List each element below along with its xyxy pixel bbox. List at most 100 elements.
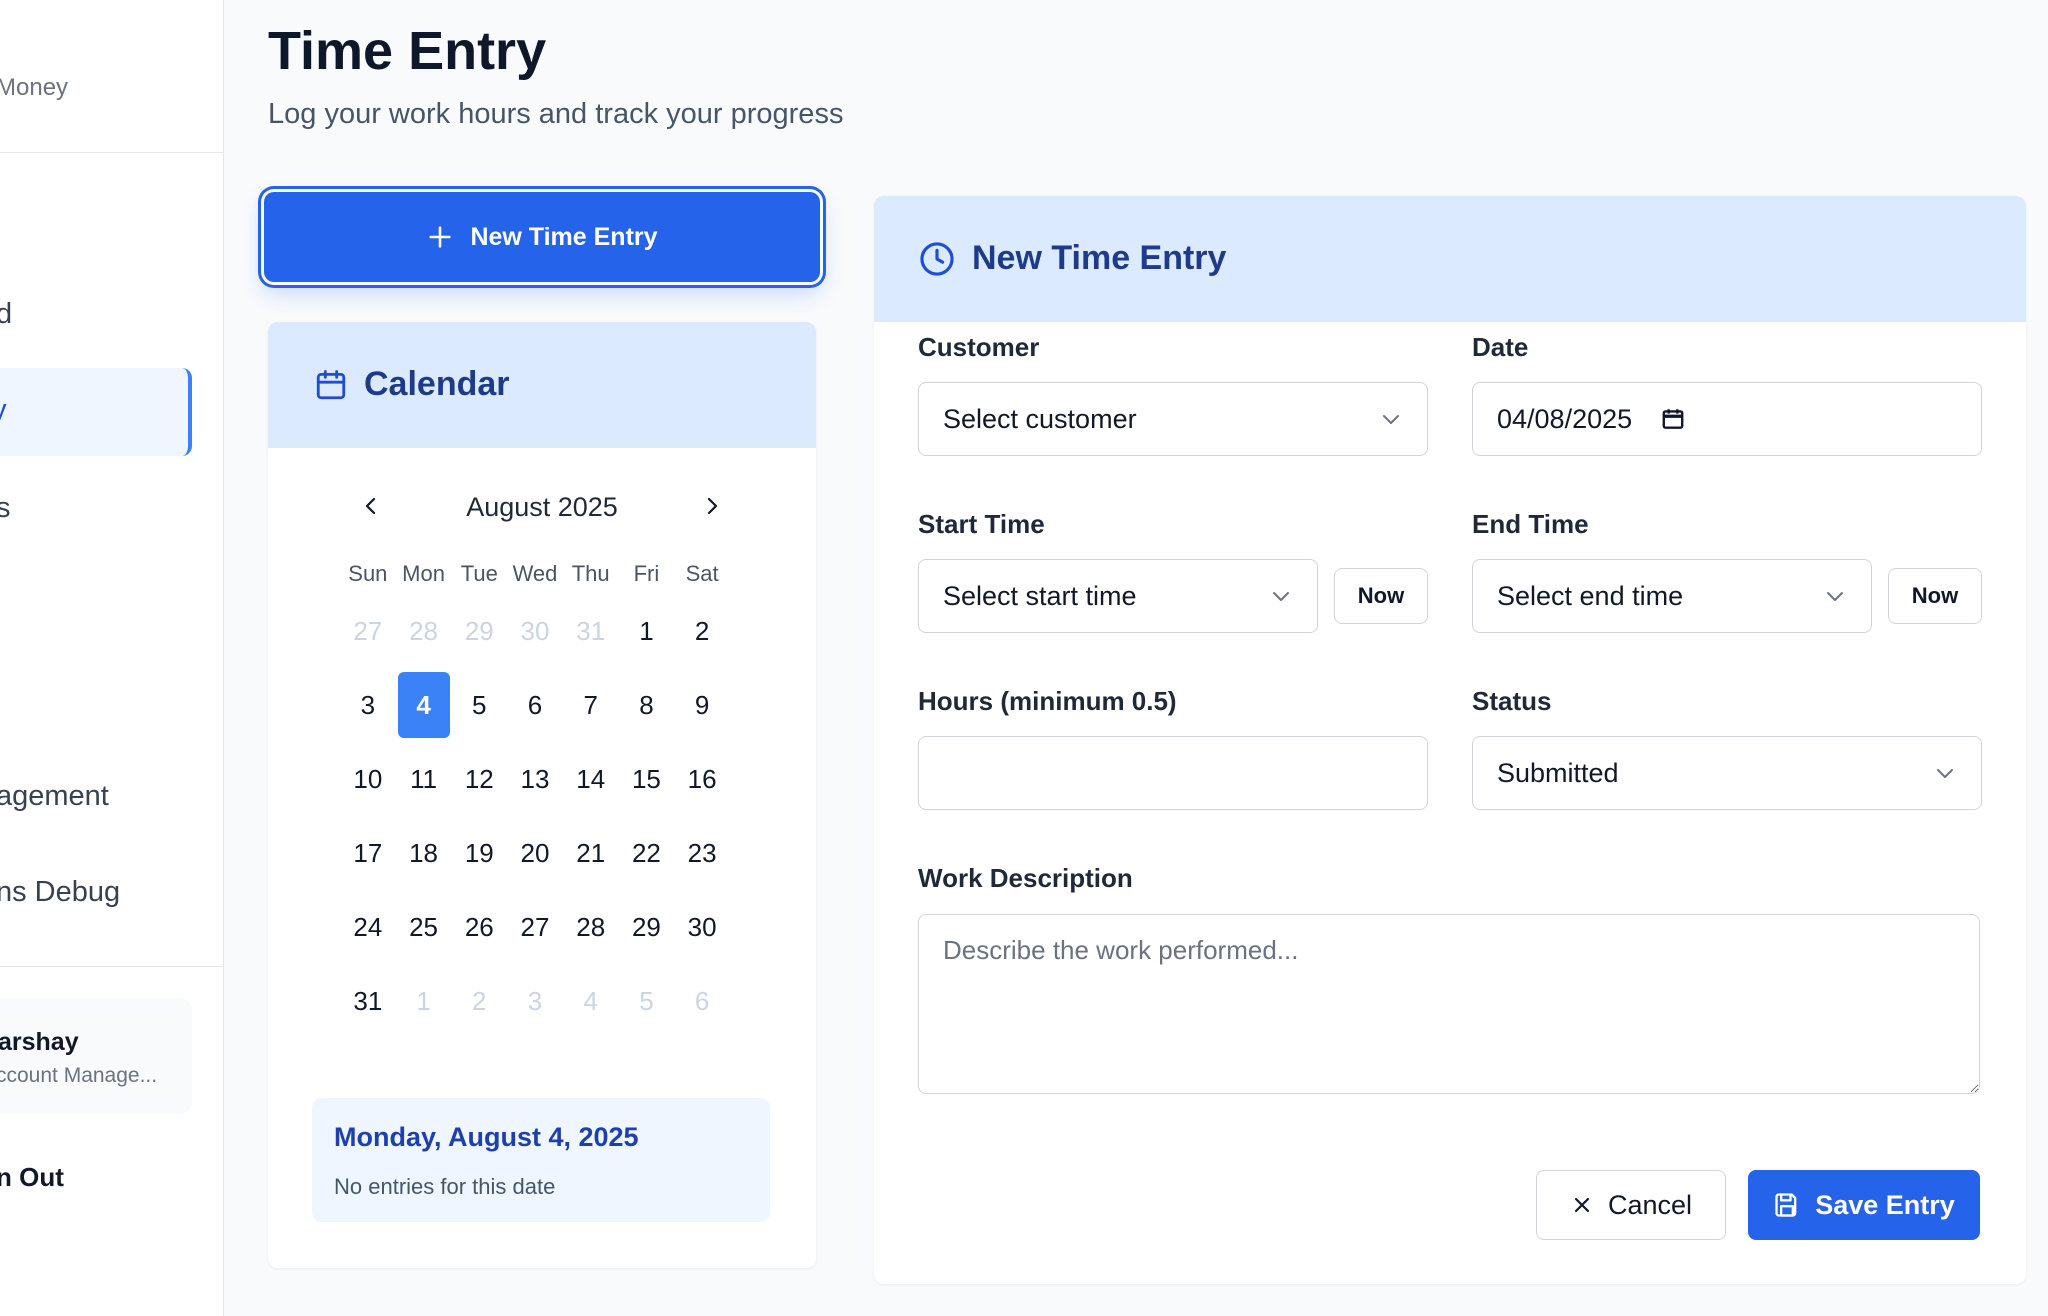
sidebar-user-card[interactable]: arshay ccount Manage... [0,998,192,1114]
calendar-day[interactable]: 11 [396,742,452,816]
customer-label: Customer [918,332,1040,362]
save-entry-button[interactable]: Save Entry [1748,1170,1980,1240]
calendar-day-number: 6 [527,689,543,720]
calendar-day[interactable]: 31 [340,964,396,1038]
calendar-day[interactable]: 28 [396,594,452,668]
plus-icon [429,226,452,248]
start-time-value: Select start time [943,580,1137,611]
calendar-day[interactable]: 23 [674,816,730,890]
calendar-day-number: 28 [576,911,606,942]
work-description-textarea[interactable] [918,914,1980,1094]
sidebar-item-reports[interactable]: s [0,492,11,525]
calendar-day[interactable]: 6 [674,964,730,1038]
cancel-label: Cancel [1607,1189,1693,1220]
calendar-day[interactable]: 14 [563,742,619,816]
sidebar-item-management[interactable]: agement [0,780,109,813]
calendar-day[interactable]: 17 [340,816,396,890]
calendar-day[interactable]: 8 [619,668,675,742]
calendar-day-number: 5 [639,985,654,1016]
calendar-day[interactable]: 28 [563,890,619,964]
end-time-select[interactable]: Select end time [1472,559,1872,633]
calendar-day-number: 28 [409,615,439,646]
end-time-now-button[interactable]: Now [1888,568,1982,624]
start-time-select[interactable]: Select start time [918,559,1318,633]
user-name: arshay [0,1028,79,1056]
calendar-day[interactable]: 21 [563,816,619,890]
chevron-right-icon [707,497,718,515]
calendar-day[interactable]: 29 [619,890,675,964]
app-root: Money d y s agement ns Debug arshay ccou… [0,0,2048,1316]
calendar-day-number: 18 [409,837,439,868]
calendar-day[interactable]: 19 [451,816,507,890]
calendar-grid: Sun Mon Tue Wed Thu Fri Sat 27 28 29 30 31 1 2 3 4 5 6 7 8… [340,554,730,1038]
calendar-day-selected[interactable]: 4 [396,668,452,742]
calendar-day[interactable]: 9 [674,668,730,742]
calendar-weeks: 27 28 29 30 31 1 2 3 4 5 6 7 8 9 10 11 12 13 14 15 16 17 18 19 2… [340,594,730,1038]
calendar-week-row: 24 25 26 27 28 29 30 [340,890,730,964]
calendar-day[interactable]: 26 [451,890,507,964]
calendar-day[interactable]: 13 [507,742,563,816]
form-title: New Time Entry [972,239,1227,277]
calendar-day-number: 3 [360,689,376,720]
sidebar-divider [0,152,223,153]
hours-label: Hours (minimum 0.5) [918,686,1177,716]
calendar-day-number: 30 [687,911,717,942]
calendar-day[interactable]: 12 [451,742,507,816]
calendar-day[interactable]: 10 [340,742,396,816]
calendar-day[interactable]: 20 [507,816,563,890]
calendar-day-number: 9 [694,689,710,720]
cancel-button[interactable]: Cancel [1536,1170,1726,1240]
start-time-now-button[interactable]: Now [1334,568,1428,624]
calendar-day[interactable]: 2 [674,594,730,668]
new-time-entry-label: New Time Entry [470,222,658,251]
calendar-day-number: 12 [464,763,494,794]
sidebar-item-debug[interactable]: ns Debug [0,876,120,909]
calendar-day-number: 21 [576,837,606,868]
customer-select[interactable]: Select customer [918,382,1428,456]
next-month-button[interactable] [692,486,732,526]
calendar-day[interactable]: 18 [396,816,452,890]
calendar-day[interactable]: 31 [563,594,619,668]
page-subtitle: Log your work hours and track your progr… [268,98,844,130]
calendar-weekday: Sun [348,561,388,586]
page-title: Time Entry [268,21,547,81]
calendar-day-number: 26 [464,911,494,942]
calendar-day[interactable]: 16 [674,742,730,816]
chevron-down-icon [1827,592,1843,601]
calendar-week-row: 17 18 19 20 21 22 23 [340,816,730,890]
end-time-value: Select end time [1497,580,1684,611]
calendar-day-number: 24 [353,911,383,942]
calendar-day[interactable]: 1 [619,594,675,668]
calendar-day-number: 31 [576,615,606,646]
calendar-day[interactable]: 3 [340,668,396,742]
chevron-down-icon [1937,769,1953,778]
calendar-day[interactable]: 30 [674,890,730,964]
calendar-day[interactable]: 30 [507,594,563,668]
sidebar-item-active[interactable]: y [0,368,192,456]
calendar-day[interactable]: 4 [563,964,619,1038]
calendar-day-number: 14 [576,763,606,794]
calendar-day[interactable]: 25 [396,890,452,964]
sidebar-item-dashboard[interactable]: d [0,298,12,331]
hours-input[interactable] [918,736,1428,810]
sign-out-button[interactable]: n Out [0,1162,64,1193]
date-input[interactable]: 04/08/2025 [1472,382,1982,456]
calendar-week-row: 345 6 7 8 9 [340,668,730,742]
calendar-day[interactable]: 27 [340,594,396,668]
calendar-day[interactable]: 6 [507,668,563,742]
calendar-day[interactable]: 29 [451,594,507,668]
calendar-day[interactable]: 15 [619,742,675,816]
calendar-day[interactable]: 27 [507,890,563,964]
calendar-day[interactable]: 1 [396,964,452,1038]
calendar-day[interactable]: 22 [619,816,675,890]
calendar-day[interactable]: 2 [451,964,507,1038]
new-time-entry-button[interactable]: New Time Entry [264,192,820,282]
calendar-day[interactable]: 24 [340,890,396,964]
calendar-day[interactable]: 5 [619,964,675,1038]
calendar-picker-icon[interactable] [1660,406,1686,432]
calendar-day[interactable]: 5 [451,668,507,742]
calendar-week-row: 31 1 2 3 4 5 6 [340,964,730,1038]
status-select[interactable]: Submitted [1472,736,1982,810]
calendar-day[interactable]: 7 [563,668,619,742]
calendar-day[interactable]: 3 [507,964,563,1038]
